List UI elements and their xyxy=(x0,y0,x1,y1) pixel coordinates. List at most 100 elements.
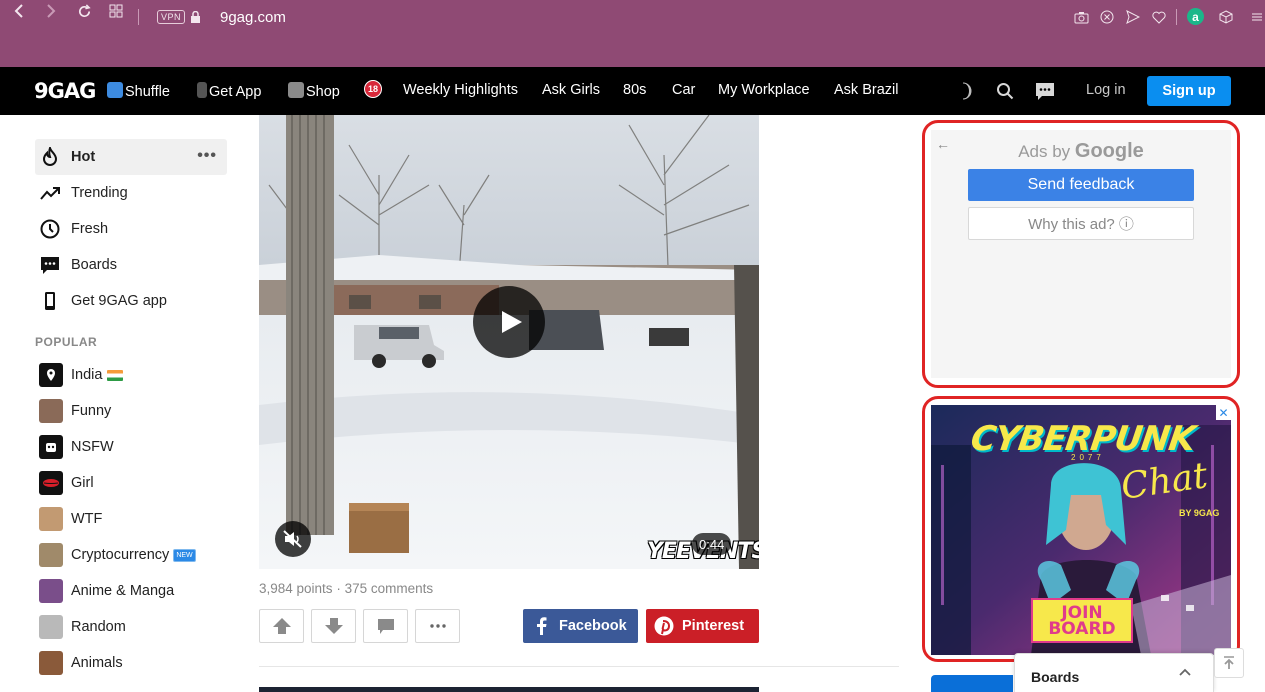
app-promo-strip[interactable] xyxy=(931,675,1013,692)
cryptocurrency-thumbnail xyxy=(39,543,63,567)
sidebar-item-boards[interactable]: Boards xyxy=(35,247,227,283)
nsfw-18-icon[interactable]: 18 xyxy=(364,80,382,98)
boards-panel[interactable]: Boards xyxy=(1014,653,1214,692)
sidebar-item-label: NSFW xyxy=(71,439,114,455)
wtf-thumbnail xyxy=(39,507,63,531)
tabs-grid-button[interactable] xyxy=(107,0,125,22)
address-bar[interactable]: 9gag.com xyxy=(220,9,286,26)
site-logo[interactable]: 9GAG xyxy=(34,79,96,103)
play-button[interactable] xyxy=(473,286,545,358)
facebook-label: Facebook xyxy=(559,618,627,634)
map-pin-icon xyxy=(39,363,63,387)
points-link[interactable]: 3,984 points xyxy=(259,581,333,596)
comment-button[interactable] xyxy=(363,609,408,643)
sidebar-item-nsfw[interactable]: NSFW xyxy=(35,429,227,465)
chat-bubble-icon xyxy=(1036,82,1054,100)
facebook-icon xyxy=(537,617,547,635)
pinterest-label: Pinterest xyxy=(682,618,745,634)
vpn-badge[interactable]: VPN xyxy=(157,10,186,24)
sidebar-item-animals[interactable]: Animals xyxy=(35,645,227,681)
sidebar-item-label: Funny xyxy=(71,403,112,419)
comments-link[interactable]: 375 comments xyxy=(345,581,434,596)
downvote-button[interactable] xyxy=(311,609,356,643)
clock-icon xyxy=(39,218,61,240)
back-button[interactable] xyxy=(10,0,28,22)
sidebar-item-cryptocurrency[interactable]: Cryptocurrency NEW xyxy=(35,537,227,573)
menu-icon[interactable] xyxy=(1249,6,1265,28)
nav-my-workplace[interactable]: My Workplace xyxy=(718,82,810,98)
cube-icon[interactable] xyxy=(1218,6,1234,28)
forward-button[interactable] xyxy=(42,0,60,22)
lock-icon xyxy=(188,6,202,28)
extension-a-icon[interactable]: a xyxy=(1187,8,1204,25)
sidebar-item-label: Random xyxy=(71,619,126,635)
sidebar-item-random[interactable]: Random xyxy=(35,609,227,645)
lips-icon xyxy=(39,471,63,495)
post-stats: 3,984 points · 375 comments xyxy=(259,581,433,596)
meta-separator: · xyxy=(332,581,345,596)
pinterest-icon xyxy=(654,616,674,636)
india-flag-icon xyxy=(107,369,124,381)
random-thumbnail xyxy=(39,615,63,639)
nav-shop[interactable]: Shop xyxy=(288,82,340,100)
sidebar-item-fresh[interactable]: Fresh xyxy=(35,211,227,247)
ellipsis-icon xyxy=(429,624,446,628)
sidebar-item-label: Get 9GAG app xyxy=(71,293,167,309)
nav-ask-brazil[interactable]: Ask Brazil xyxy=(834,82,898,98)
comment-icon xyxy=(377,618,394,634)
sidebar-item-girl[interactable]: Girl xyxy=(35,465,227,501)
anime-thumbnail xyxy=(39,579,63,603)
more-button[interactable] xyxy=(415,609,460,643)
sidebar-item-trending[interactable]: Trending xyxy=(35,175,227,211)
nav-ask-girls[interactable]: Ask Girls xyxy=(542,82,600,98)
shuffle-icon xyxy=(107,82,123,98)
sidebar-item-funny[interactable]: Funny xyxy=(35,393,227,429)
upvote-button[interactable] xyxy=(259,609,304,643)
login-link[interactable]: Log in xyxy=(1086,82,1126,98)
nav-80s[interactable]: 80s xyxy=(623,82,646,98)
sidebar-item-wtf[interactable]: WTF xyxy=(35,501,227,537)
mute-toggle[interactable] xyxy=(275,521,311,557)
nav-car[interactable]: Car xyxy=(672,82,695,98)
sidebar-item-india[interactable]: India xyxy=(35,357,227,393)
more-options-icon[interactable]: ••• xyxy=(197,147,217,165)
heart-icon[interactable] xyxy=(1151,6,1167,28)
sidebar-item-label: Fresh xyxy=(71,221,109,237)
nav-get-app[interactable]: Get App xyxy=(197,82,261,100)
adblock-icon[interactable] xyxy=(1099,6,1115,28)
signup-button[interactable]: Sign up xyxy=(1147,76,1231,106)
toolbar-divider xyxy=(1176,9,1177,25)
share-pinterest-button[interactable]: Pinterest xyxy=(646,609,759,643)
search-button[interactable] xyxy=(993,79,1017,103)
sidebar-item-label: Cryptocurrency xyxy=(71,547,170,563)
downvote-arrow-icon xyxy=(324,618,343,634)
camera-icon[interactable] xyxy=(1073,6,1089,28)
reload-button[interactable] xyxy=(75,0,93,22)
share-facebook-button[interactable]: Facebook xyxy=(523,609,638,643)
toolbar-divider xyxy=(138,9,139,25)
sidebar-item-label: Boards xyxy=(71,257,117,273)
post-video[interactable]: YEEVENTS 0:44 xyxy=(259,115,759,569)
sidebar-item-anime-manga[interactable]: Anime & Manga xyxy=(35,573,227,609)
nav-shuffle[interactable]: Shuffle xyxy=(107,82,170,100)
dark-mode-toggle[interactable] xyxy=(955,79,979,103)
nav-weekly-highlights[interactable]: Weekly Highlights xyxy=(403,82,518,98)
left-sidebar: Hot ••• Trending Fresh Boards Get 9GAG a… xyxy=(35,139,227,681)
boards-panel-title: Boards xyxy=(1031,669,1080,685)
nav-label: Shop xyxy=(306,84,340,100)
send-icon[interactable] xyxy=(1125,6,1141,28)
scroll-to-top-button[interactable] xyxy=(1214,648,1244,678)
chevron-up-icon[interactable] xyxy=(1179,668,1191,676)
search-icon xyxy=(997,83,1014,100)
sidebar-item-label: Anime & Manga xyxy=(71,583,175,599)
video-duration: 0:44 xyxy=(692,533,732,555)
trending-icon xyxy=(39,182,61,204)
sidebar-item-get-app[interactable]: Get 9GAG app xyxy=(35,283,227,319)
upvote-arrow-icon xyxy=(272,618,291,634)
mobile-phone-icon xyxy=(197,82,207,98)
nav-label: Shuffle xyxy=(125,84,170,100)
sidebar-item-hot[interactable]: Hot ••• xyxy=(35,139,227,175)
site-header: 9GAG Shuffle Get App Shop 18 Weekly High… xyxy=(0,67,1265,153)
chat-button[interactable] xyxy=(1033,79,1057,103)
next-post-preview[interactable] xyxy=(259,687,759,692)
